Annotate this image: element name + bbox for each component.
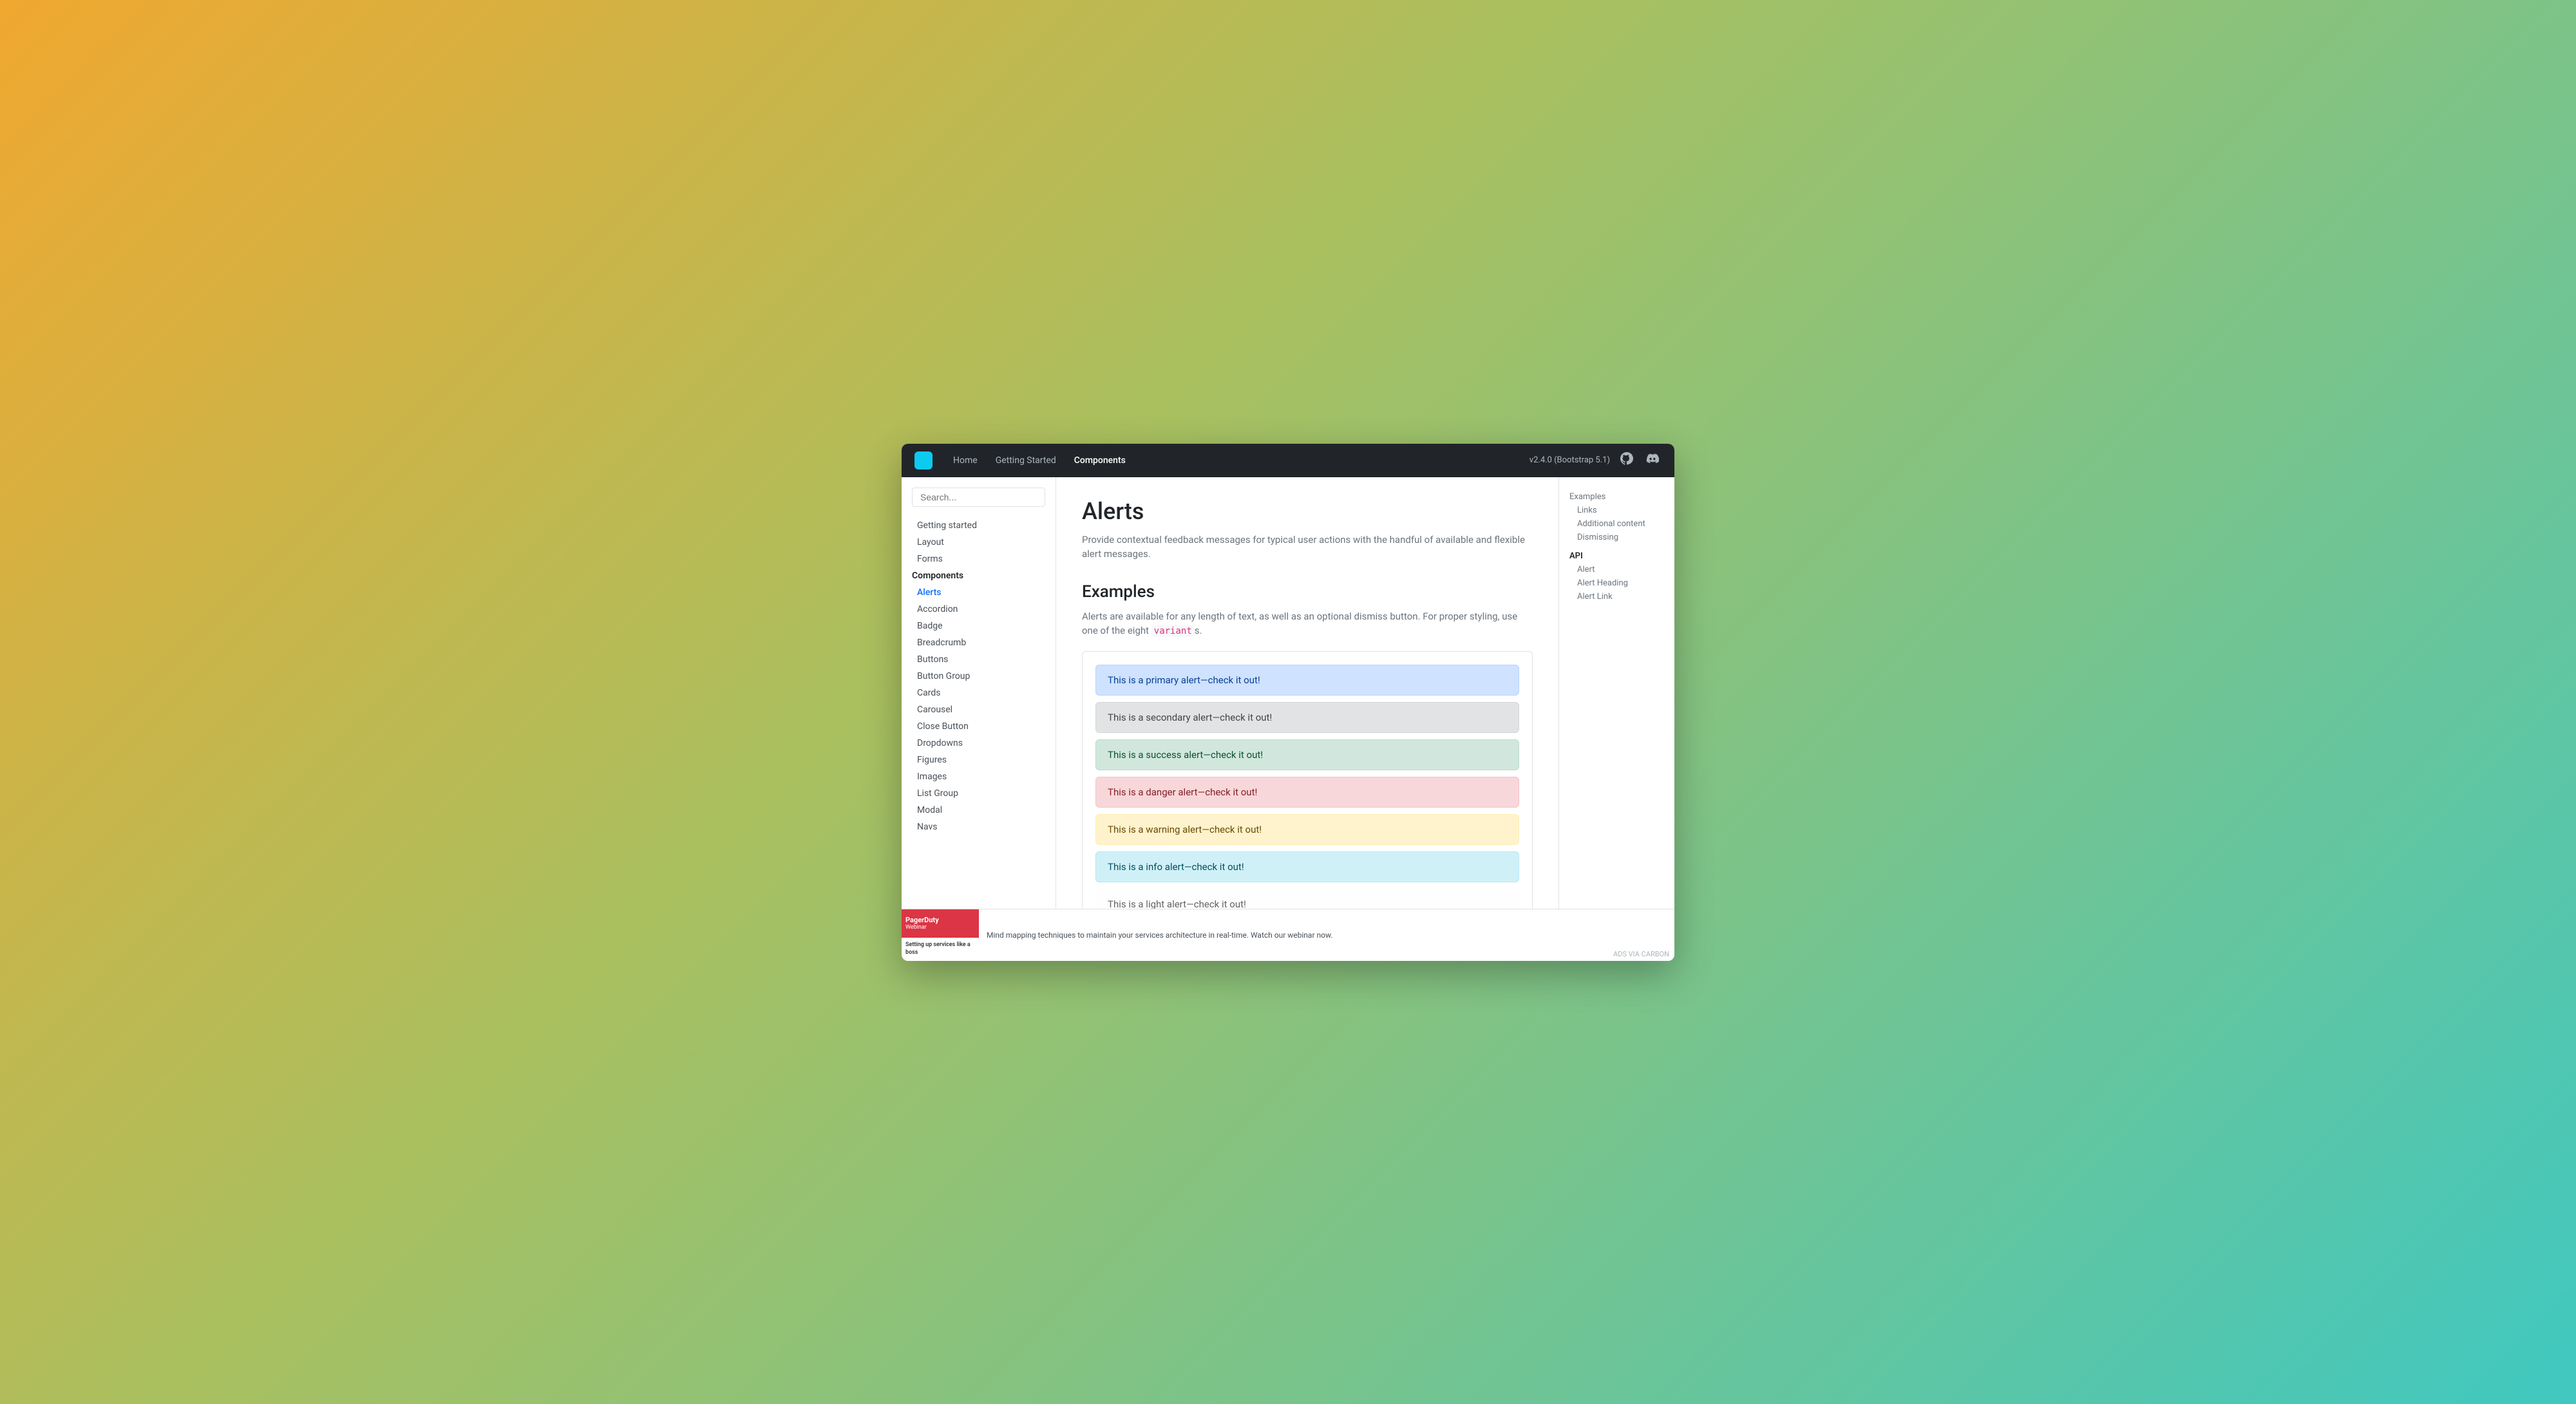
sidebar: Getting started Layout Forms Components … xyxy=(902,477,1056,909)
nav-links: Home Getting Started Components xyxy=(945,451,1517,470)
alert-danger: This is a danger alert—check it out! xyxy=(1095,777,1519,808)
sidebar-item-modal[interactable]: Modal xyxy=(902,802,1056,819)
ad-image: PagerDuty Webinar Setting up services li… xyxy=(902,909,979,961)
alert-success: This is a success alert—check it out! xyxy=(1095,739,1519,770)
sidebar-item-buttons[interactable]: Buttons xyxy=(902,651,1056,668)
nav-right: v2.4.0 (Bootstrap 5.1) xyxy=(1530,450,1662,471)
variant-code: variant xyxy=(1151,625,1195,637)
section-desc-start: Alerts are available for any length of t… xyxy=(1082,611,1517,637)
search-input[interactable] xyxy=(912,488,1045,507)
navbar: Home Getting Started Components v2.4.0 (… xyxy=(902,444,1674,477)
sidebar-item-close-button[interactable]: Close Button xyxy=(902,718,1056,735)
ad-subtitle: Webinar xyxy=(905,924,939,931)
nav-home[interactable]: Home xyxy=(945,451,985,470)
ad-brand-block: PagerDuty Webinar xyxy=(905,916,939,931)
toc-api-header: API xyxy=(1569,549,1664,563)
examples-title: Examples xyxy=(1082,582,1533,602)
browser-window: Home Getting Started Components v2.4.0 (… xyxy=(902,444,1674,961)
sidebar-item-button-group[interactable]: Button Group xyxy=(902,668,1056,685)
toc-examples[interactable]: Examples xyxy=(1569,490,1664,504)
alerts-container: This is a primary alert—check it out! Th… xyxy=(1082,651,1533,909)
sidebar-item-list-group[interactable]: List Group xyxy=(902,785,1056,802)
toc-links[interactable]: Links xyxy=(1569,504,1664,517)
alert-info: This is a info alert—check it out! xyxy=(1095,851,1519,882)
section-desc-end: s. xyxy=(1195,625,1202,636)
discord-button[interactable] xyxy=(1643,450,1662,471)
sidebar-item-alerts[interactable]: Alerts xyxy=(902,584,1056,601)
table-of-contents: Examples Links Additional content Dismis… xyxy=(1558,477,1674,909)
nav-components[interactable]: Components xyxy=(1066,451,1133,470)
toc-alert[interactable]: Alert xyxy=(1569,563,1664,576)
sidebar-item-layout[interactable]: Layout xyxy=(902,534,1056,551)
sidebar-item-images[interactable]: Images xyxy=(902,768,1056,785)
page-title: Alerts xyxy=(1082,498,1533,525)
sidebar-item-cards[interactable]: Cards xyxy=(902,685,1056,701)
ad-white-bg: Setting up services like a boss xyxy=(902,938,979,961)
brand-icon xyxy=(914,451,933,470)
alert-primary: This is a primary alert—check it out! xyxy=(1095,665,1519,696)
toc-alert-link[interactable]: Alert Link xyxy=(1569,590,1664,603)
sidebar-item-badge[interactable]: Badge xyxy=(902,618,1056,634)
ad-image-inner: PagerDuty Webinar Setting up services li… xyxy=(902,909,979,961)
version-label: v2.4.0 (Bootstrap 5.1) xyxy=(1530,455,1610,465)
sidebar-item-carousel[interactable]: Carousel xyxy=(902,701,1056,718)
alert-secondary: This is a secondary alert—check it out! xyxy=(1095,702,1519,733)
alert-warning: This is a warning alert—check it out! xyxy=(1095,814,1519,845)
sidebar-item-getting-started[interactable]: Getting started xyxy=(902,517,1056,534)
github-button[interactable] xyxy=(1618,450,1636,471)
ad-label: ADS VIA CARBON xyxy=(1608,947,1674,961)
sidebar-components-header: Components xyxy=(902,567,1056,584)
sidebar-item-forms[interactable]: Forms xyxy=(902,551,1056,567)
sidebar-item-figures[interactable]: Figures xyxy=(902,752,1056,768)
ad-red-bg: PagerDuty Webinar xyxy=(902,909,979,938)
alert-light: This is a light alert—check it out! xyxy=(1095,889,1519,909)
sidebar-item-breadcrumb[interactable]: Breadcrumb xyxy=(902,634,1056,651)
ad-body-text: Mind mapping techniques to maintain your… xyxy=(979,924,1608,946)
body-layout: Getting started Layout Forms Components … xyxy=(902,477,1674,909)
page-subtitle: Provide contextual feedback messages for… xyxy=(1082,533,1533,562)
sidebar-item-accordion[interactable]: Accordion xyxy=(902,601,1056,618)
nav-getting-started[interactable]: Getting Started xyxy=(988,451,1064,470)
toc-dismissing[interactable]: Dismissing xyxy=(1569,531,1664,544)
ad-cta: Setting up services like a boss xyxy=(905,942,975,956)
sidebar-item-dropdowns[interactable]: Dropdowns xyxy=(902,735,1056,752)
ad-title: PagerDuty xyxy=(905,916,939,924)
toc-alert-heading[interactable]: Alert Heading xyxy=(1569,576,1664,590)
navbar-brand[interactable] xyxy=(914,451,933,470)
toc-additional-content[interactable]: Additional content xyxy=(1569,517,1664,531)
main-content: Alerts Provide contextual feedback messa… xyxy=(1056,477,1558,909)
section-description: Alerts are available for any length of t… xyxy=(1082,609,1533,639)
sidebar-search-container xyxy=(902,488,1056,517)
sidebar-item-navs[interactable]: Navs xyxy=(902,819,1056,835)
ad-banner: PagerDuty Webinar Setting up services li… xyxy=(902,909,1674,961)
